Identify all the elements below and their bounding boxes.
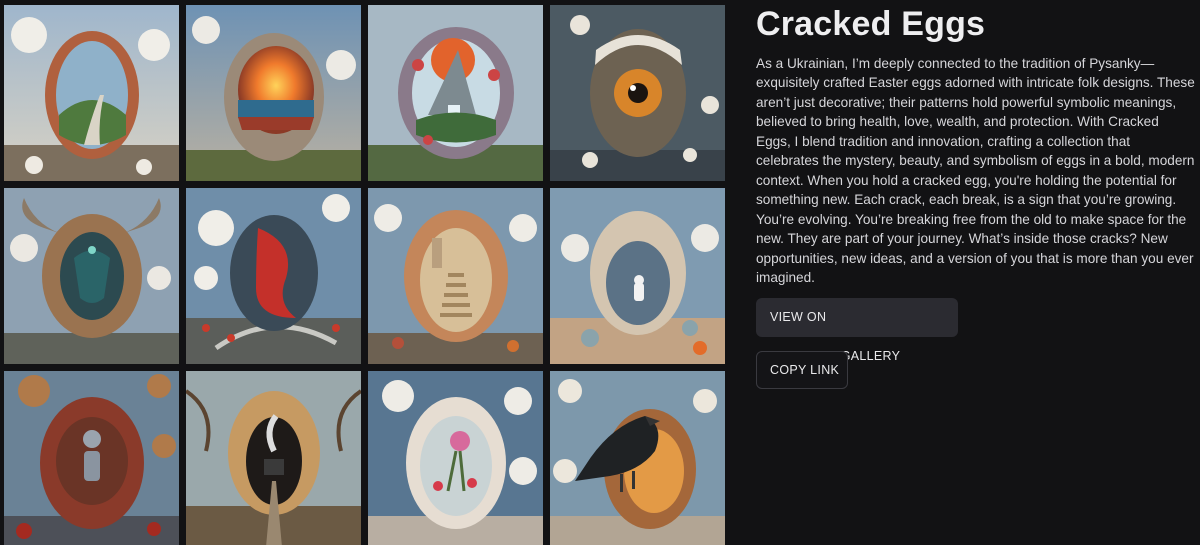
- egg-sunset-image: [186, 5, 361, 181]
- egg-train-tunnel-image: [186, 371, 361, 545]
- gallery-tile-6[interactable]: [186, 188, 361, 364]
- collection-title: Cracked Eggs: [756, 5, 986, 43]
- egg-waterfall-image: [368, 5, 543, 181]
- egg-astronaut-image: [550, 188, 725, 364]
- egg-eye-image: [550, 5, 725, 181]
- gallery-tile-1[interactable]: [4, 5, 179, 181]
- gallery-tile-3[interactable]: [368, 5, 543, 181]
- collection-description: As a Ukrainian, I’m deeply connected to …: [756, 56, 1195, 285]
- gallery-tile-12[interactable]: [550, 371, 725, 545]
- egg-orchid-image: [368, 371, 543, 545]
- egg-landscape-path-image: [4, 5, 179, 181]
- egg-figure-image: [4, 371, 179, 545]
- gallery-tile-5[interactable]: [4, 188, 179, 364]
- collection-info: Cracked Eggs As a Ukrainian, I’m deeply …: [756, 0, 1196, 389]
- egg-red-swirl-image: [186, 188, 361, 364]
- copy-link-button[interactable]: COPY LINK: [756, 351, 848, 389]
- gallery-tile-2[interactable]: [186, 5, 361, 181]
- egg-staircase-image: [368, 188, 543, 364]
- gallery-tile-7[interactable]: [368, 188, 543, 364]
- image-gallery: [4, 5, 726, 545]
- gallery-tile-11[interactable]: [368, 371, 543, 545]
- view-on-manifold-button[interactable]: VIEW ON MANIFOLD.GALLERY: [756, 298, 958, 363]
- egg-horned-bull-image: [4, 188, 179, 364]
- gallery-tile-10[interactable]: [186, 371, 361, 545]
- gallery-tile-9[interactable]: [4, 371, 179, 545]
- egg-crow-image: [550, 371, 725, 545]
- gallery-tile-4[interactable]: [550, 5, 725, 181]
- gallery-tile-8[interactable]: [550, 188, 725, 364]
